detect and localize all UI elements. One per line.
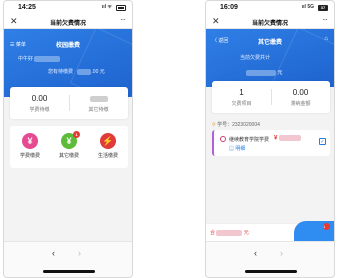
header-title: 其它缴费 [257,40,282,46]
redacted-amount [246,69,276,76]
header-banner: 〈 返回 其它缴费 ⌂ 当前欠费共计 元 [206,29,334,87]
checkbox-icon[interactable]: ✓ [319,138,326,145]
home-icon[interactable]: ⌂ [324,36,328,42]
title-bar: ✕ 当前欠费情况 ··· [4,15,132,29]
stat-label: 学费待缴 [29,107,50,113]
other-payment-button[interactable]: ¥ 1 其它缴费 [51,131,87,159]
total-label: 当前欠费共计 [240,55,271,61]
stat-late-fee[interactable]: 0.00 滞纳金额 [271,88,330,107]
browser-nav-bar: ‹ › [4,241,132,277]
stat-value: 0.00 [31,94,48,103]
total-amount: 元 [246,69,282,76]
service-grid: ¥ 学费缴费 ¥ 1 其它缴费 ⚡ 生活缴费 [10,126,128,168]
redacted-amount [77,68,92,75]
battery-icon [116,5,126,11]
yen-icon: ¥ [22,133,38,149]
stat-value: 1 [239,88,244,97]
stat-value: 0.00 [292,88,309,97]
more-icon[interactable]: ··· [322,15,328,24]
phone-screen-school-fees: 14:25 ııl ᯤ ✕ 当前欠费情况 ··· ☰ 菜单 校园缴费 中午好 您… [3,0,133,278]
status-time: 16:09 [220,4,238,11]
greeting-text: 中午好 [18,56,34,62]
page-title: 当前欠费情况 [49,21,86,27]
battery-icon: 37 [318,5,328,11]
forward-arrow-icon[interactable]: › [280,248,283,258]
student-id-value: 2323020004 [232,122,260,128]
pay-button[interactable]: 1 [294,221,334,241]
radio-icon[interactable] [220,136,226,142]
header-title: 校园缴费 [55,43,80,49]
redacted-name [34,55,61,62]
status-time: 14:25 [18,4,36,11]
phone-screen-other-fees: 16:09 ııl 5G 37 ✕ 当前欠费情况 ··· 〈 返回 其它缴费 ⌂… [205,0,335,278]
yen-icon: ¥ 1 [61,131,80,149]
student-id: ⚲ 学号：2323020004 [212,121,260,128]
back-arrow-icon[interactable]: ‹ [52,248,55,258]
fee-details-link[interactable]: ▤ 明细 [229,145,245,152]
utility-payment-button[interactable]: ⚡ 生活缴费 [90,133,126,159]
fee-item-name: 继续教育学院学费 [229,137,270,143]
stats-card: 1 欠费项目 0.00 滞纳金额 [212,81,330,113]
service-label: 生活缴费 [97,153,118,159]
pending-fee-unit: 元 [99,69,105,75]
redacted-amount [89,95,108,102]
pending-fee-summary: 您有待缴费 .00 元 [48,68,105,75]
stat-label: 其它待缴 [88,107,109,113]
signal-icon: ııl 5G [301,4,314,10]
student-id-label: 学号： [217,122,233,128]
status-bar: 16:09 ııl 5G 37 [206,1,334,15]
fee-item[interactable]: 继续教育学院学费 ¥ ▤ 明细 ✓ [212,130,330,156]
stat-arrears-items[interactable]: 1 欠费项目 [212,88,271,107]
stat-value [69,94,128,103]
fee-item-amount: ¥ [274,135,302,142]
status-bar: 14:25 ııl ᯤ [4,1,132,15]
home-indicator[interactable] [245,270,297,273]
stat-tuition[interactable]: 0.00 学费待缴 [10,94,69,113]
utility-icon: ⚡ [100,133,116,149]
page-title: 当前欠费情况 [251,21,288,27]
amount-unit: 元 [277,70,283,76]
notification-badge: 1 [323,223,330,230]
signal-wifi-icon: ııl ᯤ [101,4,112,10]
greeting: 中午好 [18,55,61,62]
forward-arrow-icon[interactable]: › [78,248,81,258]
redacted-amount [216,229,243,236]
footer-total: 合 元 [210,229,249,236]
notification-badge: 1 [73,131,80,138]
stats-card: 0.00 学费待缴 其它待缴 [10,87,128,119]
service-label: 其它缴费 [58,153,79,159]
tuition-payment-button[interactable]: ¥ 学费缴费 [12,133,48,159]
pending-fee-decimals: .00 [91,69,99,75]
more-icon[interactable]: ··· [120,15,126,24]
home-indicator[interactable] [43,270,95,273]
stat-label: 滞纳金额 [290,101,311,107]
key-icon: ⚲ [212,122,216,128]
back-arrow-icon[interactable]: ‹ [254,248,257,258]
stat-other[interactable]: 其它待缴 [69,94,128,113]
redacted-amount [279,135,302,141]
service-label: 学费缴费 [19,153,40,159]
stat-label: 欠费项目 [231,101,252,107]
pending-fee-label: 您有待缴费 [48,69,74,75]
title-bar: ✕ 当前欠费情况 ··· [206,15,334,29]
browser-nav-bar: ‹ › [206,241,334,277]
